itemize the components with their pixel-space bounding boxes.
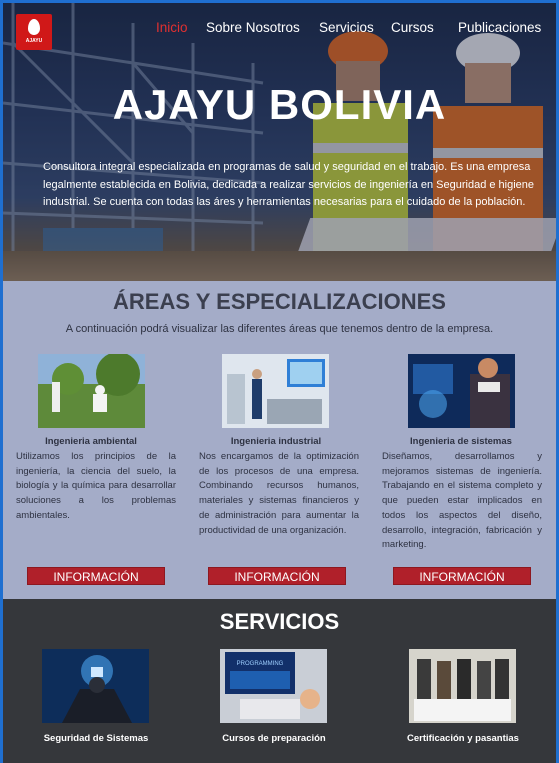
systems-engineering-image (408, 354, 515, 428)
area-name-industrial: Ingenieria industrial (230, 436, 322, 447)
screen-word: PROGRAMMING (237, 661, 284, 667)
area-name-sistemas: Ingenieria de sistemas (410, 436, 512, 447)
hero-overlay (3, 3, 556, 281)
info-button-industrial[interactable]: INFORMACIÓN (208, 567, 346, 585)
servicios-title: SERVICIOS (219, 609, 340, 634)
servicios-section: SERVICIOS Seguridad de Sistemas PROGRAMM… (3, 599, 556, 763)
page: AJAYU Inicio Sobre Nosotros Servicios Cu… (3, 3, 556, 763)
info-button-ambiental[interactable]: INFORMACIÓN (27, 567, 165, 585)
nav-cursos[interactable]: Cursos (391, 20, 434, 35)
nav-servicios[interactable]: Servicios (319, 20, 374, 35)
area-name-ambiental: Ingenieria ambiental (45, 436, 137, 447)
flame-icon (28, 19, 40, 35)
courses-image: PROGRAMMING (220, 649, 327, 723)
logo-text: AJAYU (25, 38, 43, 44)
service-label-seguridad: Seguridad de Sistemas (43, 733, 149, 744)
hero-description: Consultora integral especializada en pro… (43, 161, 535, 208)
hero-banner: AJAYU Inicio Sobre Nosotros Servicios Cu… (3, 3, 556, 281)
nav-sobre-nosotros[interactable]: Sobre Nosotros (206, 20, 300, 35)
area-text-industrial: Nos encargamos de la optimización de los… (199, 451, 359, 536)
service-label-cursos: Cursos de preparación (222, 733, 326, 744)
company-logo[interactable]: AJAYU (16, 14, 52, 50)
area-text-ambiental: Utilizamos los principios de la ingenier… (16, 451, 176, 521)
nav-publicaciones[interactable]: Publicaciones (458, 20, 541, 35)
hero-title: AJAYU BOLIVIA (112, 81, 447, 128)
nav-inicio[interactable]: Inicio (156, 20, 188, 35)
certification-image (409, 649, 516, 723)
areas-title: ÁREAS Y ESPECIALIZACIONES (113, 289, 446, 314)
area-text-sistemas: Diseñamos, desarrollamos y mejoramos sis… (382, 451, 542, 551)
info-button-sistemas[interactable]: INFORMACIÓN (393, 567, 531, 585)
service-label-certificacion: Certificación y pasantias (407, 733, 519, 744)
security-systems-image (42, 649, 149, 723)
industrial-engineering-image (222, 354, 329, 428)
environmental-engineering-image (38, 354, 145, 428)
areas-subtitle: A continuación podrá visualizar las dife… (65, 323, 494, 335)
